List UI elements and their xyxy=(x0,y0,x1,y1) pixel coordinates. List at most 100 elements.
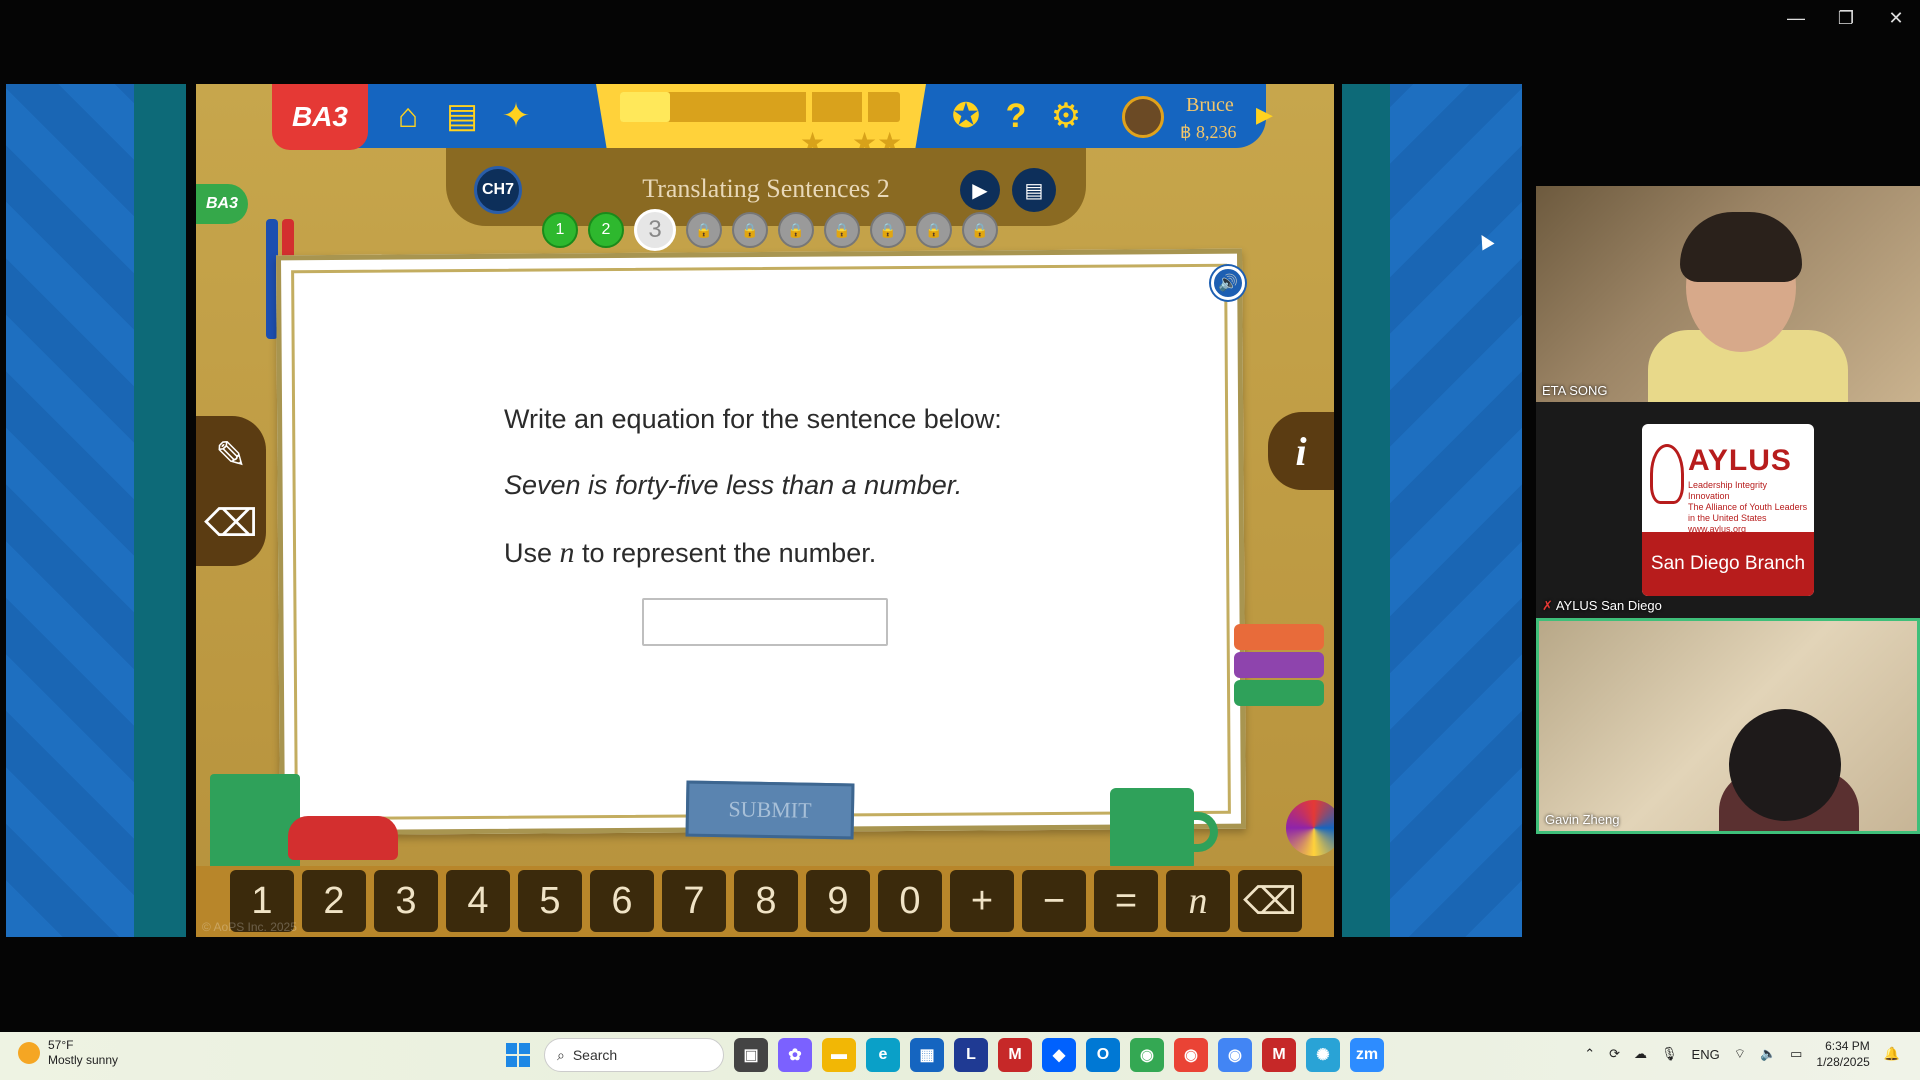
keypad-key[interactable]: + xyxy=(950,870,1014,932)
gear-icon[interactable]: ⚙ xyxy=(1046,96,1086,136)
participant-tile[interactable]: ETA SONG xyxy=(1536,186,1920,402)
books-decor xyxy=(1234,624,1324,734)
avatar[interactable] xyxy=(1122,96,1164,138)
windows-start-icon[interactable] xyxy=(502,1039,534,1071)
speaker-icon[interactable]: 🔊 xyxy=(1211,266,1245,300)
progress-fill xyxy=(620,92,671,122)
sync-icon[interactable]: ⟳ xyxy=(1609,1046,1620,1062)
microphone-icon[interactable]: 🎙 xyxy=(1661,1046,1678,1062)
question-sentence: Seven is forty-five less than a number. xyxy=(504,470,963,500)
user-name[interactable]: Bruce xyxy=(1186,94,1234,117)
minimize-button[interactable]: — xyxy=(1786,8,1806,29)
battery-icon[interactable]: ▭ xyxy=(1790,1046,1802,1062)
participant-name: ✗ AYLUS San Diego xyxy=(1542,598,1662,613)
wifi-icon[interactable]: ⌔ xyxy=(1734,1046,1746,1062)
ba-logo-button[interactable]: BA3 xyxy=(272,84,368,150)
participant-tile-active[interactable]: Gavin Zheng xyxy=(1536,618,1920,834)
taskbar: 57°F Mostly sunny ⌕ Search ▣ ✿ ▬ e ▦ L M ◆… xyxy=(0,1032,1920,1080)
right-backdrop xyxy=(1342,84,1522,937)
chrome-icon[interactable]: ◉ xyxy=(1174,1038,1208,1072)
problem-dot-7: 🔒 xyxy=(824,212,860,248)
problem-dot-8: 🔒 xyxy=(870,212,906,248)
lightbulb-icon xyxy=(1650,444,1684,504)
keypad-key[interactable]: 6 xyxy=(590,870,654,932)
keypad-key[interactable]: 0 xyxy=(878,870,942,932)
problem-dot-1[interactable]: 1 xyxy=(542,212,578,248)
language-indicator[interactable]: ENG xyxy=(1692,1047,1720,1062)
edge-icon[interactable]: e xyxy=(866,1038,900,1072)
reading-button[interactable]: ▤ xyxy=(1012,168,1056,212)
achievement-icon[interactable]: ✪ xyxy=(946,96,986,136)
dropbox-icon[interactable]: ◆ xyxy=(1042,1038,1076,1072)
chrome-icon[interactable]: ◉ xyxy=(1218,1038,1252,1072)
outlook-icon[interactable]: O xyxy=(1086,1038,1120,1072)
aylus-logo: AYLUS Leadership Integrity Innovation The… xyxy=(1642,424,1814,596)
keypad-key[interactable]: n xyxy=(1166,870,1230,932)
progress-bar xyxy=(620,92,900,122)
eraser-icon[interactable]: ⌫ xyxy=(204,498,258,548)
keypad-key[interactable]: 5 xyxy=(518,870,582,932)
task-view-icon[interactable]: ▣ xyxy=(734,1038,768,1072)
participant-tile[interactable]: AYLUS Leadership Integrity Innovation The… xyxy=(1536,402,1920,618)
problem-dot-5: 🔒 xyxy=(732,212,768,248)
keypad-key[interactable]: 8 xyxy=(734,870,798,932)
problem-dot-2[interactable]: 2 xyxy=(588,212,624,248)
answer-input[interactable] xyxy=(642,598,888,646)
mcafee-icon[interactable]: M xyxy=(998,1038,1032,1072)
volume-icon[interactable]: 🔈 xyxy=(1760,1046,1776,1062)
problem-dot-4: 🔒 xyxy=(686,212,722,248)
user-coins: ฿ 8,236 xyxy=(1180,122,1237,142)
keypad-key[interactable]: 2 xyxy=(302,870,366,932)
play-video-button[interactable]: ▶ xyxy=(960,170,1000,210)
book-icon[interactable]: ▤ xyxy=(442,96,482,136)
left-backdrop xyxy=(6,84,186,937)
stapler-decor xyxy=(288,816,398,860)
keypad-key[interactable]: 4 xyxy=(446,870,510,932)
search-icon: ⌕ xyxy=(557,1046,565,1063)
chrome-icon[interactable]: ◉ xyxy=(1130,1038,1164,1072)
close-button[interactable]: ✕ xyxy=(1886,8,1906,29)
keypad-key[interactable]: 3 xyxy=(374,870,438,932)
weather-widget[interactable]: 57°F Mostly sunny xyxy=(18,1038,118,1068)
notification-icon[interactable]: 🔔 xyxy=(1884,1046,1900,1062)
taskbar-apps: ⌕ Search ▣ ✿ ▬ e ▦ L M ◆ O ◉ ◉ ◉ M ✺ zm xyxy=(502,1038,1384,1072)
keypad-key[interactable]: 7 xyxy=(662,870,726,932)
participant-name: ETA SONG xyxy=(1542,383,1608,398)
keypad-key[interactable]: 9 xyxy=(806,870,870,932)
participant-name: Gavin Zheng xyxy=(1545,812,1620,827)
copyright: © AoPS Inc. 2025 xyxy=(202,920,297,934)
chevron-right-icon[interactable]: ▶ xyxy=(1256,102,1273,128)
book-icon: ▤ xyxy=(1024,179,1044,202)
help-icon[interactable]: ? xyxy=(996,96,1036,136)
store-icon[interactable]: ▦ xyxy=(910,1038,944,1072)
home-icon[interactable]: ⌂ xyxy=(388,96,428,136)
taskbar-search[interactable]: ⌕ Search xyxy=(544,1038,724,1072)
keypad-key[interactable]: = xyxy=(1094,870,1158,932)
cloud-icon[interactable]: ☁ xyxy=(1634,1046,1647,1062)
chevron-up-icon[interactable]: ⌃ xyxy=(1584,1046,1595,1062)
sun-icon xyxy=(18,1042,40,1064)
file-explorer-icon[interactable]: ▬ xyxy=(822,1038,856,1072)
copilot-icon[interactable]: ✿ xyxy=(778,1038,812,1072)
problem-dot-6: 🔒 xyxy=(778,212,814,248)
video-icon[interactable]: ✦ xyxy=(496,96,536,136)
problem-dot-3[interactable]: 3 xyxy=(634,209,676,251)
system-tray: ⌃ ⟳ ☁ 🎙 ENG ⌔ 🔈 ▭ 6:34 PM 1/28/2025 🔔 xyxy=(1584,1038,1900,1070)
problem-dot-9: 🔒 xyxy=(916,212,952,248)
problem-dots: 1 2 3 🔒 🔒 🔒 🔒 🔒 🔒 🔒 xyxy=(542,209,998,251)
app-l-icon[interactable]: L xyxy=(954,1038,988,1072)
app-icon[interactable]: ✺ xyxy=(1306,1038,1340,1072)
chapter-badge[interactable]: CH7 xyxy=(474,166,522,214)
info-button[interactable]: i xyxy=(1268,412,1334,490)
side-badge[interactable]: BA3 xyxy=(196,184,248,224)
keypad-key[interactable]: − xyxy=(1022,870,1086,932)
restore-button[interactable]: ❐ xyxy=(1836,8,1856,29)
keypad-key[interactable]: ⌫ xyxy=(1238,870,1302,932)
submit-button[interactable]: SUBMIT xyxy=(685,780,855,840)
zoom-icon[interactable]: zm xyxy=(1350,1038,1384,1072)
pencil-icon[interactable]: ✎ xyxy=(206,430,256,480)
clock[interactable]: 6:34 PM 1/28/2025 xyxy=(1816,1038,1869,1070)
window-controls: — ❐ ✕ xyxy=(1786,8,1906,29)
play-icon: ▶ xyxy=(972,179,988,202)
mcafee-icon[interactable]: M xyxy=(1262,1038,1296,1072)
